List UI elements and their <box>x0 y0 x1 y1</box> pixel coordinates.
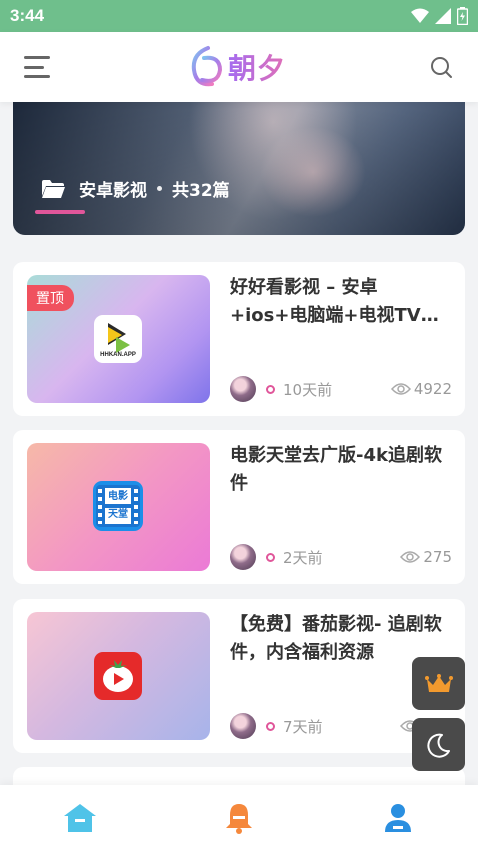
nav-profile[interactable] <box>368 793 428 843</box>
app-header: 朝夕 <box>0 32 478 102</box>
folder-icon <box>42 179 65 198</box>
eye-icon <box>400 551 421 563</box>
post-time: 10天前 <box>283 380 333 399</box>
avatar[interactable] <box>230 544 256 570</box>
post-time: 2天前 <box>283 548 323 567</box>
post-title[interactable]: 电影天堂去广版-4k追剧软件 <box>230 442 452 498</box>
time-dot-icon <box>266 552 275 562</box>
menu-icon <box>24 56 50 59</box>
home-icon <box>63 804 96 832</box>
accent-underline <box>35 210 85 214</box>
logo-text: 朝夕 <box>228 47 286 87</box>
search-icon[interactable] <box>430 56 454 80</box>
icon-caption: HHKAN.APP <box>100 352 136 358</box>
category-banner: 安卓影视 共32篇 <box>13 102 465 235</box>
status-bar: 3:44 <box>0 0 478 32</box>
avatar[interactable] <box>230 376 256 402</box>
view-count: 4922 <box>390 380 452 398</box>
post-meta: 10天前 4922 <box>230 376 452 402</box>
vip-button[interactable] <box>412 657 465 710</box>
eye-icon <box>390 383 411 395</box>
tomato-video-icon <box>94 652 142 700</box>
post-meta: 2天前 275 <box>230 544 452 570</box>
system-icons <box>411 7 468 25</box>
avatar[interactable] <box>230 713 256 739</box>
wifi-icon <box>411 8 429 23</box>
post-time: 7天前 <box>283 717 323 736</box>
bell-icon <box>225 804 252 834</box>
icon-caption: 电影天堂 <box>108 491 128 520</box>
menu-button[interactable] <box>24 54 52 80</box>
bottom-nav <box>0 785 478 851</box>
post-count: 共32篇 <box>172 181 230 201</box>
pinned-badge: 置顶 <box>27 285 74 311</box>
post-card[interactable]: 【免费】番茄影视- 追剧软件，内含福利资源 7天前 488 <box>13 599 465 753</box>
post-thumbnail[interactable]: 电影天堂 <box>27 443 210 571</box>
post-thumbnail[interactable] <box>27 612 210 740</box>
signal-icon <box>435 8 451 24</box>
post-title[interactable]: 好好看影视 – 安卓+ios+电脑端+电视TV四端 <box>230 274 452 330</box>
view-count: 275 <box>400 548 452 566</box>
nav-notifications[interactable] <box>209 793 269 843</box>
status-time: 3:44 <box>10 6 45 25</box>
logo-mark-icon <box>191 46 223 87</box>
site-logo[interactable]: 朝夕 <box>190 42 286 92</box>
time-dot-icon <box>266 384 275 394</box>
category-info: 安卓影视 共32篇 <box>41 176 230 201</box>
post-card[interactable]: HHKAN.APP 置顶 好好看影视 – 安卓+ios+电脑端+电视TV四端 1… <box>13 262 465 416</box>
post-thumbnail[interactable]: HHKAN.APP 置顶 <box>27 275 210 403</box>
hhkan-app-icon: HHKAN.APP <box>94 315 142 363</box>
nav-home[interactable] <box>50 793 110 843</box>
film-heaven-icon: 电影天堂 <box>93 481 143 531</box>
dark-mode-button[interactable] <box>412 718 465 771</box>
moon-icon <box>426 733 450 758</box>
time-dot-icon <box>266 721 275 731</box>
post-card[interactable]: 电影天堂 电影天堂去广版-4k追剧软件 2天前 275 <box>13 430 465 584</box>
crown-icon <box>424 673 453 692</box>
category-name: 安卓影视 <box>79 181 147 201</box>
battery-icon <box>457 7 468 25</box>
user-icon <box>385 804 412 832</box>
